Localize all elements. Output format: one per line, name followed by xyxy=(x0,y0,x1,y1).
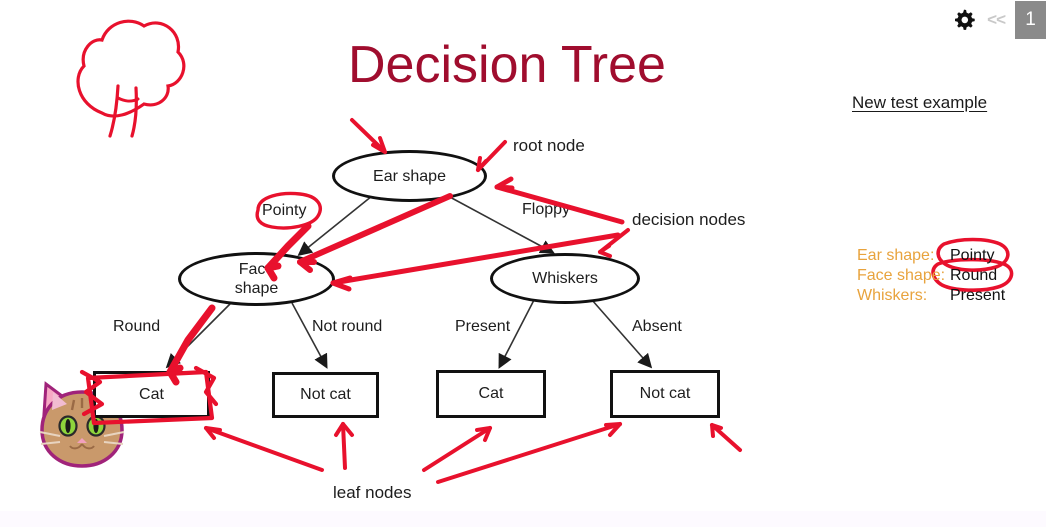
tree-leaf-not-cat-2[interactable]: Not cat xyxy=(610,370,720,418)
edge-label-pointy: Pointy xyxy=(262,202,307,219)
attribute-value-ear-shape: Pointy xyxy=(950,247,995,264)
viewer-controls: << 1 xyxy=(951,0,1046,40)
tree-leaf-not-cat-2-label: Not cat xyxy=(639,385,691,402)
tree-node-root-label: Ear shape xyxy=(373,167,446,185)
page-number-badge[interactable]: 1 xyxy=(1015,1,1046,39)
annotation-leaf-nodes: leaf nodes xyxy=(333,483,412,502)
gear-icon[interactable] xyxy=(951,7,977,33)
attribute-row-whiskers: Whiskers: Present xyxy=(857,286,1005,306)
slide-bottom-band xyxy=(0,511,1046,527)
tree-node-face-shape-label-line1: Face xyxy=(238,261,275,278)
edge-label-absent: Absent xyxy=(632,318,682,335)
edge-label-floppy: Floppy xyxy=(522,201,571,218)
edge-label-not-round: Not round xyxy=(312,318,383,335)
attribute-row-ear-shape: Ear shape: Pointy xyxy=(857,246,994,266)
tree-leaf-cat-1[interactable]: Cat xyxy=(93,371,210,418)
tree-leaf-not-cat-1[interactable]: Not cat xyxy=(272,372,379,418)
attribute-value-whiskers: Present xyxy=(950,287,1006,304)
tree-leaf-cat-1-label: Cat xyxy=(139,385,164,403)
slide-canvas: Decision Tree Ear shape Face shape Whisk… xyxy=(0,0,1046,511)
tree-node-whiskers[interactable]: Whiskers xyxy=(490,253,640,304)
tree-leaf-not-cat-1-label: Not cat xyxy=(300,386,351,403)
tree-node-whiskers-label: Whiskers xyxy=(532,270,598,287)
panel-heading: New test example xyxy=(852,93,988,112)
tree-leaf-cat-2-label: Cat xyxy=(478,385,504,402)
tree-leaf-cat-2[interactable]: Cat xyxy=(436,370,546,418)
page-title: Decision Tree xyxy=(348,36,666,94)
test-example-attributes: Ear shape: Pointy Face shape: Round Whis… xyxy=(857,246,1005,306)
collapse-panel-button[interactable]: << xyxy=(987,10,1006,30)
attribute-label-face-shape: Face shape: xyxy=(857,267,946,284)
annotation-decision-nodes: decision nodes xyxy=(632,210,746,229)
tree-doodle-icon xyxy=(58,8,188,143)
tree-node-root[interactable]: Ear shape xyxy=(332,150,487,202)
attribute-value-face-shape: Round xyxy=(950,267,998,284)
attribute-label-whiskers: Whiskers: xyxy=(857,287,928,304)
attribute-row-face-shape: Face shape: Round xyxy=(857,266,997,286)
annotation-root-node: root node xyxy=(513,136,585,155)
attribute-label-ear-shape: Ear shape: xyxy=(857,247,935,264)
edge-label-present: Present xyxy=(455,318,511,335)
tree-node-face-shape[interactable]: Face shape xyxy=(178,252,335,306)
edge-label-round: Round xyxy=(113,318,161,335)
slide-viewer: Decision Tree Ear shape Face shape Whisk… xyxy=(0,0,1046,527)
tree-node-face-shape-label-line2: shape xyxy=(234,280,279,297)
